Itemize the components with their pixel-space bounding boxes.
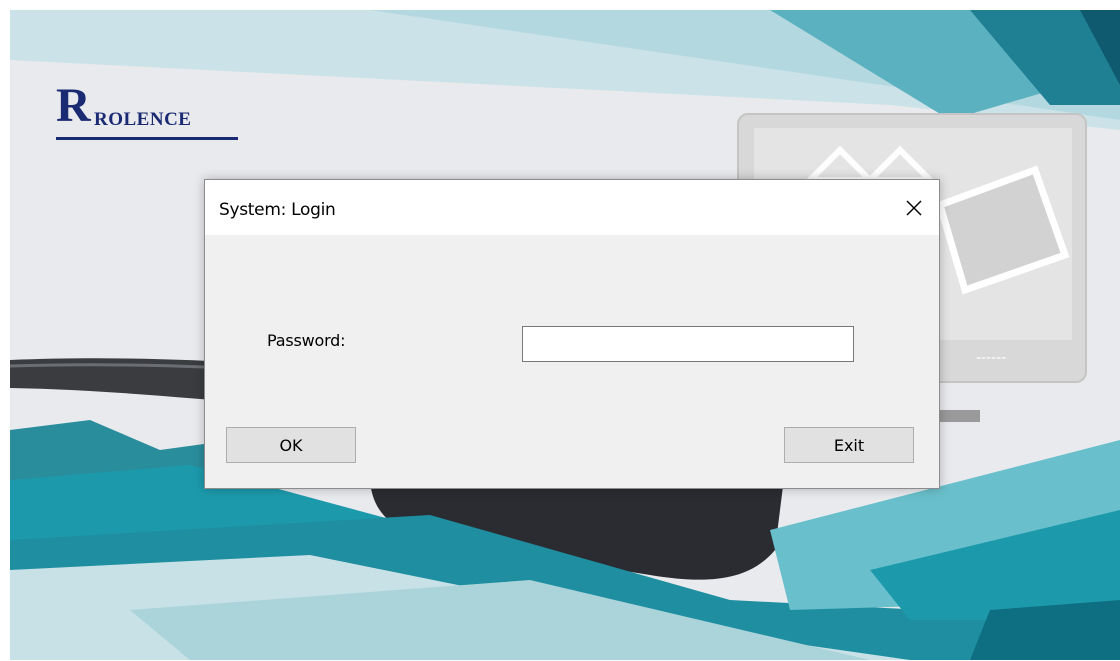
dialog-title: System: Login bbox=[219, 200, 336, 220]
dialog-titlebar[interactable]: System: Login bbox=[205, 180, 939, 235]
password-label: Password: bbox=[267, 331, 346, 350]
rolence-logo: R ROLENCE bbox=[56, 82, 238, 140]
logo-initial: R bbox=[56, 79, 91, 132]
ok-button[interactable]: OK bbox=[226, 427, 356, 463]
exit-button[interactable]: Exit bbox=[784, 427, 914, 463]
monitor-dashes: ------ bbox=[976, 350, 1006, 366]
close-button[interactable] bbox=[895, 190, 933, 226]
password-input[interactable] bbox=[522, 326, 854, 362]
login-dialog: System: Login Password: OK Exit bbox=[204, 179, 940, 489]
logo-underline bbox=[56, 137, 238, 140]
logo-wordmark: ROLENCE bbox=[94, 109, 192, 130]
close-icon bbox=[906, 200, 922, 216]
